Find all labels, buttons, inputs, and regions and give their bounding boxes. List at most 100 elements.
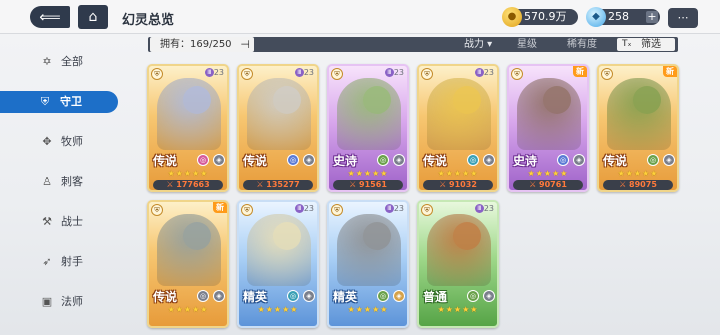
level-value: 23 [483, 204, 494, 213]
level-icon: Ⅲ [384, 204, 394, 213]
element-icon: ◎ [377, 154, 389, 166]
hero-card[interactable]: ⛨ Ⅲ 23 史诗 ◎ ◈ ★★★★★ ⚔ 91561 [327, 64, 409, 192]
sidebar-item-label: 法师 [61, 295, 83, 308]
sidebar-item-2[interactable]: ✥ 牧师 [14, 131, 118, 153]
hero-rarity-label: 史诗 [333, 154, 358, 168]
back-arrow-icon: ⟸ [39, 8, 61, 26]
hero-level: Ⅲ 23 [384, 68, 404, 77]
level-icon: Ⅲ [474, 204, 484, 213]
element-icon: ◎ [287, 154, 299, 166]
hero-level: Ⅲ 23 [474, 68, 494, 77]
hero-head [453, 222, 481, 250]
hero-rarity-label: 普通 [423, 290, 448, 304]
hero-stars: ★★★★★ [617, 169, 659, 178]
sort-rarity-button[interactable]: 稀有度 [567, 37, 597, 52]
hero-card[interactable]: ⛨ Ⅲ 23 传说 ◎ ◈ ★★★★★ ⚔ 177663 [147, 64, 229, 192]
hero-power: ⚔ 135277 [243, 180, 313, 190]
hero-portrait [157, 78, 221, 150]
sidebar-item-label: 射手 [61, 255, 83, 268]
page-title: 幻灵总览 [122, 13, 175, 28]
sidebar-item-label: 全部 [61, 55, 83, 68]
hero-rarity-label: 精英 [333, 290, 358, 304]
home-button[interactable]: ⌂ [78, 5, 108, 29]
wings-icon: ✥ [42, 135, 52, 148]
gold-amount: 570.9万 [524, 10, 567, 23]
hero-head [273, 86, 301, 114]
hero-portrait [337, 78, 401, 150]
faction-icon: ◈ [303, 290, 315, 302]
hero-card[interactable]: ⛨ 新史诗 ◎ ◈ ★★★★★ ⚔ 90761 [507, 64, 589, 192]
hero-portrait [607, 78, 671, 150]
back-button[interactable]: ⟸ [30, 6, 70, 28]
level-value: 23 [303, 68, 314, 77]
guard-class-icon: ⛨ [331, 204, 343, 216]
sidebar-item-4[interactable]: ⚒ 战士 [14, 211, 118, 233]
gem-amount: 258 [608, 10, 629, 23]
hero-rarity-label: 传说 [153, 290, 178, 304]
guard-class-icon: ⛨ [421, 204, 433, 216]
level-icon: Ⅲ [474, 68, 484, 77]
level-value: 23 [213, 68, 224, 77]
owned-count[interactable]: 拥有：169/250 ⊣ [150, 37, 254, 52]
hero-stars: ★★★★★ [437, 305, 479, 314]
sort-star-button[interactable]: 星级 [517, 37, 537, 52]
element-icon: ◎ [197, 154, 209, 166]
home-icon: ⌂ [88, 9, 98, 25]
hero-stars: ★★★★★ [167, 305, 209, 314]
hero-card[interactable]: ⛨ Ⅲ 23 传说 ◎ ◈ ⚔ 135277 [237, 64, 319, 192]
guard-class-icon: ⛨ [241, 68, 253, 80]
sort-power-button[interactable]: 战力 ▾ [464, 37, 492, 52]
hero-rarity-label: 传说 [423, 154, 448, 168]
level-value: 23 [303, 204, 314, 213]
level-value: 23 [483, 68, 494, 77]
level-icon: Ⅲ [294, 204, 304, 213]
hero-head [543, 86, 571, 114]
mask-icon: ♙ [42, 175, 52, 188]
guard-class-icon: ⛨ [151, 68, 163, 80]
hero-card[interactable]: ⛨ 新传说 ◎ ◈ ★★★★★ ⚔ 89075 [597, 64, 679, 192]
sidebar-item-1[interactable]: ⛨ 守卫 [0, 91, 118, 113]
hero-portrait [337, 214, 401, 286]
hero-card[interactable]: ⛨ Ⅲ 23 普通 ◎ ◈ ★★★★★ [417, 200, 499, 328]
filter-button[interactable]: Tₓ 筛选 [617, 38, 675, 51]
element-icon: ◎ [557, 154, 569, 166]
faction-icon: ◈ [213, 290, 225, 302]
level-value: 23 [393, 68, 404, 77]
hero-level: Ⅲ 23 [294, 204, 314, 213]
hero-level: Ⅲ 23 [294, 68, 314, 77]
hero-head [273, 222, 301, 250]
sidebar-item-5[interactable]: ➶ 射手 [14, 251, 118, 273]
hero-card[interactable]: ⛨ Ⅲ 23 传说 ◎ ◈ ★★★★★ ⚔ 91032 [417, 64, 499, 192]
sidebar-item-label: 牧师 [61, 135, 83, 148]
hero-portrait [517, 78, 581, 150]
hero-card[interactable]: ⛨ Ⅲ 23 精英 ◎ ◈ ★★★★★ [237, 200, 319, 328]
guard-class-icon: ⛨ [241, 204, 253, 216]
filter-icon: Tₓ [622, 39, 632, 49]
sidebar-item-3[interactable]: ♙ 刺客 [14, 171, 118, 193]
add-gems-button[interactable]: + [646, 11, 658, 23]
hero-head [633, 86, 661, 114]
hero-level: Ⅲ 23 [384, 204, 404, 213]
hero-portrait [427, 78, 491, 150]
sidebar-item-0[interactable]: ✡ 全部 [14, 51, 118, 73]
pin-icon: ⊣ [240, 38, 250, 51]
sidebar-item-6[interactable]: ▣ 法师 [14, 291, 118, 313]
level-icon: Ⅲ [204, 68, 214, 77]
hero-stars: ★★★★★ [347, 169, 389, 178]
guard-class-icon: ⛨ [421, 68, 433, 80]
gem-counter: ◆ 258 + [586, 7, 660, 27]
hero-level: Ⅲ 23 [474, 204, 494, 213]
book-icon: ▣ [41, 295, 53, 308]
hero-rarity-label: 传说 [603, 154, 628, 168]
hero-portrait [247, 214, 311, 286]
hero-level: Ⅲ 23 [204, 68, 224, 77]
hero-stars: ★★★★★ [347, 305, 389, 314]
bow-icon: ➶ [42, 255, 52, 268]
sidebar-item-label: 战士 [61, 215, 83, 228]
chat-button[interactable]: ⋯ [668, 8, 698, 28]
hero-card[interactable]: ⛨ 新传说 ◎ ◈ ★★★★★ [147, 200, 229, 328]
sidebar-item-label: 刺客 [61, 175, 83, 188]
level-icon: Ⅲ [294, 68, 304, 77]
hero-card[interactable]: ⛨ Ⅲ 23 精英 ◎ ◈ ★★★★★ [327, 200, 409, 328]
hero-rarity-label: 传说 [243, 154, 268, 168]
